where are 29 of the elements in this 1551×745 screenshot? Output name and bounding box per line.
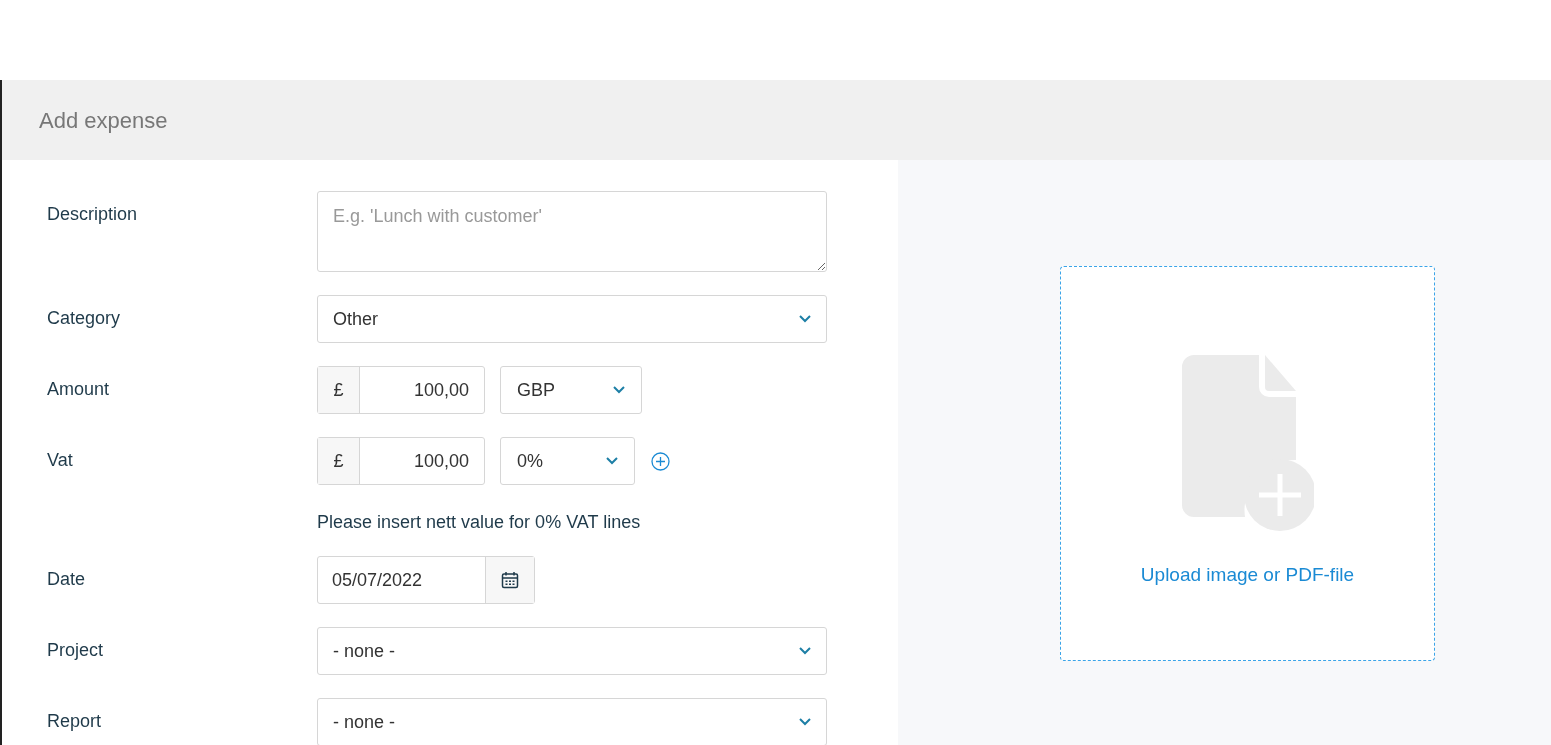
field-label: Category [47, 307, 121, 330]
select-dropdown[interactable]: Other [317, 295, 827, 343]
amount-field[interactable]: £ 100,00 [317, 366, 485, 414]
field-label: Amount [47, 378, 110, 401]
select-dropdown[interactable]: - none - [317, 698, 827, 745]
upload-link[interactable]: Upload image or PDF-file [1140, 561, 1355, 590]
field-label: Vat [47, 449, 73, 472]
field-label: Report [47, 710, 102, 733]
field-label: Project [47, 639, 104, 662]
chevron-down-icon [606, 457, 618, 465]
upload-dropzone[interactable]: Upload image or PDF-file [1060, 266, 1435, 661]
select-dropdown[interactable]: - none - [317, 627, 827, 675]
description-field[interactable]: E.g. 'Lunch with customer' [317, 191, 827, 272]
chevron-down-icon [799, 315, 811, 323]
calendar-icon [501, 571, 519, 589]
currency-prefix: £ [318, 367, 360, 413]
field-label: Description [47, 203, 138, 226]
add-icon[interactable] [651, 451, 670, 471]
select-dropdown[interactable]: 0% [500, 437, 635, 485]
currency-prefix: £ [318, 438, 360, 484]
page-title: Add expense [39, 106, 168, 135]
date-field[interactable]: 05/07/2022 [317, 556, 535, 604]
chevron-down-icon [799, 647, 811, 655]
vat-hint: Please insert nett value for 0% VAT lines [317, 511, 642, 533]
field-label: Date [47, 568, 86, 591]
chevron-down-icon [799, 718, 811, 726]
chevron-down-icon [613, 386, 625, 394]
amount-field[interactable]: £ 100,00 [317, 437, 485, 485]
select-dropdown[interactable]: GBP [500, 366, 642, 414]
